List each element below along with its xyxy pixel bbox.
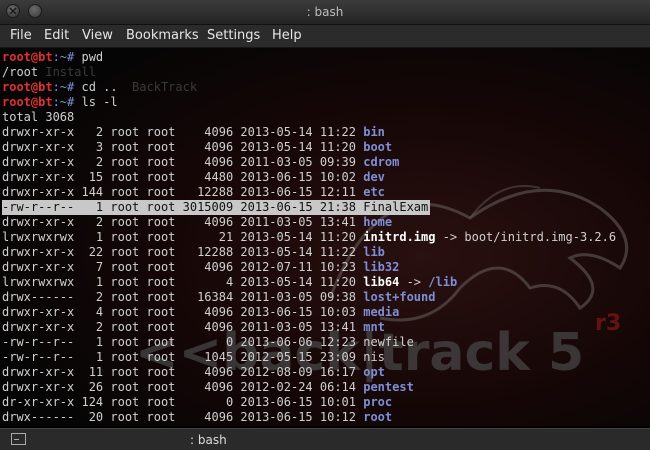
title-bar[interactable]: : bash	[0, 0, 650, 25]
file-metadata: drwxr-xr-x 26 root root 4096 2012-02-24 …	[2, 380, 364, 394]
terminal-output[interactable]: <<back|track 5 r3 root@bt:~# pwd/root In…	[0, 48, 650, 426]
file-metadata: drwxr-xr-x 22 root root 12288 2013-05-14…	[2, 245, 364, 259]
file-metadata: drwx------ 2 root root 16384 2011-03-05 …	[2, 290, 364, 304]
listing-row[interactable]: lrwxrwxrwx 1 root root 21 2013-05-14 11:…	[2, 230, 650, 245]
listing-row[interactable]: drwxr-xr-x 3 root root 4096 2013-05-14 1…	[2, 140, 650, 155]
listing-row[interactable]: drwxr-xr-x 2 root root 4096 2011-03-05 1…	[2, 215, 650, 230]
file-metadata: -rw-r--r-- 1 root root 0 2013-06-06 12:2…	[2, 335, 364, 349]
file-name: home	[363, 215, 393, 229]
file-name: lib64	[363, 275, 400, 289]
listing-row[interactable]: drwx------ 2 root root 16384 2011-03-05 …	[2, 290, 650, 305]
ghost-text: Install	[38, 65, 96, 79]
listing-row[interactable]: lrwxrwxrwx 1 root root 4 2013-05-14 11:2…	[2, 275, 650, 290]
file-name: media	[363, 305, 400, 319]
file-name: lost+found	[363, 290, 436, 304]
link-target: -> boot/initrd.img-3.2.6	[435, 230, 617, 244]
menu-bookmarks[interactable]: Bookmarks	[126, 28, 199, 43]
terminal-window: : bash File Edit View Bookmarks Settings…	[0, 0, 650, 450]
prompt-user: root@bt	[2, 95, 53, 109]
terminal-lines: root@bt:~# pwd/root Install root@bt:~# cd…	[2, 50, 650, 425]
file-name: cdrom	[363, 155, 400, 169]
file-metadata: drwxr-xr-x 2 root root 4096 2011-03-05 1…	[2, 320, 364, 334]
prompt-line: root@bt:~# cd .. BackTrack	[2, 80, 650, 95]
ghost-text: BackTrack	[117, 80, 198, 94]
file-metadata: drwxr-xr-x 15 root root 4480 2013-06-15 …	[2, 170, 364, 184]
file-name: lib32	[363, 260, 400, 274]
listing-row[interactable]: drwxr-xr-x 2 root root 4096 2013-05-14 1…	[2, 125, 650, 140]
file-metadata: drwxr-xr-x 2 root root 4096 2011-03-05 1…	[2, 215, 364, 229]
listing-row[interactable]: -rw-r--r-- 1 root root 0 2013-06-06 12:2…	[2, 335, 650, 350]
file-metadata: drwxr-xr-x 7 root root 4096 2012-07-11 1…	[2, 260, 364, 274]
listing-row[interactable]: drwxr-xr-x 7 root root 4096 2012-07-11 1…	[2, 260, 650, 275]
file-metadata: drwxr-xr-x 144 root root 12288 2013-06-1…	[2, 185, 364, 199]
listing-row[interactable]: drwx------ 20 root root 4096 2013-06-15 …	[2, 410, 650, 425]
prompt-user: root@bt	[2, 80, 53, 94]
file-name: pentest	[363, 380, 414, 394]
menu-file[interactable]: File	[10, 28, 32, 43]
listing-row[interactable]: drwxr-xr-x 15 root root 4480 2013-06-15 …	[2, 170, 650, 185]
prompt-user: root@bt	[2, 50, 53, 64]
menu-help[interactable]: Help	[272, 28, 302, 43]
selected-row-highlight[interactable]: -rw-r--r-- 1 root root 3015009 2013-06-1…	[2, 200, 431, 215]
listing-row[interactable]: drwxr-xr-x 11 root root 4096 2012-08-09 …	[2, 365, 650, 380]
link-target: ->	[399, 275, 429, 289]
file-name: proc	[363, 395, 393, 409]
listing-row[interactable]: -rw-r--r-- 1 root root 3015009 2013-06-1…	[2, 200, 650, 215]
file-metadata: lrwxrwxrwx 1 root root 21 2013-05-14 11:…	[2, 230, 364, 244]
file-metadata: drwx------ 20 root root 4096 2013-06-15 …	[2, 410, 364, 424]
file-metadata: drwxr-xr-x 3 root root 4096 2013-05-14 1…	[2, 140, 364, 154]
file-name: mnt	[363, 320, 385, 334]
command-text: cd ..	[81, 80, 118, 94]
tab-bar: : bash	[0, 428, 650, 450]
file-name: lib	[363, 245, 385, 259]
prompt-path: :~#	[52, 50, 82, 64]
file-metadata: dr-xr-xr-x 124 root root 0 2013-06-15 10…	[2, 395, 364, 409]
file-name: bin	[363, 125, 385, 139]
listing-row[interactable]: drwxr-xr-x 2 root root 4096 2011-03-05 0…	[2, 155, 650, 170]
prompt-path: :~#	[52, 80, 82, 94]
tab-label[interactable]: : bash	[190, 433, 227, 447]
file-name: etc	[363, 185, 385, 199]
listing-row[interactable]: drwxr-xr-x 26 root root 4096 2012-02-24 …	[2, 380, 650, 395]
file-name: FinalExam	[363, 200, 429, 214]
prompt-path: :~#	[52, 95, 82, 109]
file-metadata: -rw-r--r-- 1 root root 1045 2012-05-15 2…	[2, 350, 364, 364]
window-title: : bash	[306, 5, 344, 19]
file-metadata: -rw-r--r-- 1 root root 3015009 2013-06-1…	[2, 200, 364, 214]
file-name: root	[363, 410, 393, 424]
file-name: boot	[363, 140, 393, 154]
file-metadata: drwxr-xr-x 11 root root 4096 2012-08-09 …	[2, 365, 364, 379]
listing-row[interactable]: drwxr-xr-x 2 root root 4096 2011-03-05 1…	[2, 320, 650, 335]
link-target-dir: /lib	[428, 275, 458, 289]
file-name: newfile	[363, 335, 414, 349]
file-metadata: lrwxrwxrwx 1 root root 4 2013-05-14 11:2…	[2, 275, 364, 289]
listing-row[interactable]: drwxr-xr-x 144 root root 12288 2013-06-1…	[2, 185, 650, 200]
prompt-line: root@bt:~# pwd	[2, 50, 650, 65]
menu-edit[interactable]: Edit	[44, 28, 69, 43]
file-name: initrd.img	[363, 230, 436, 244]
command-text: pwd	[81, 50, 104, 64]
pwd-output-text: /root	[2, 65, 39, 79]
command-text: ls -l	[81, 95, 118, 109]
file-name: nis	[363, 350, 385, 364]
terminal-tab-icon[interactable]	[11, 433, 26, 445]
total-line: total 3068	[2, 110, 75, 124]
menu-view[interactable]: View	[82, 28, 113, 43]
file-name: opt	[363, 365, 385, 379]
listing-row[interactable]: drwxr-xr-x 22 root root 12288 2013-05-14…	[2, 245, 650, 260]
menu-settings[interactable]: Settings	[207, 28, 260, 43]
pwd-output: /root Install	[2, 65, 650, 80]
listing-row[interactable]: -rw-r--r-- 1 root root 1045 2012-05-15 2…	[2, 350, 650, 365]
listing-row[interactable]: dr-xr-xr-x 124 root root 0 2013-06-15 10…	[2, 395, 650, 410]
listing-row[interactable]: drwxr-xr-x 4 root root 4096 2013-06-15 1…	[2, 305, 650, 320]
file-metadata: drwxr-xr-x 2 root root 4096 2013-05-14 1…	[2, 125, 364, 139]
file-metadata: drwxr-xr-x 4 root root 4096 2013-06-15 1…	[2, 305, 364, 319]
prompt-line: root@bt:~# ls -l	[2, 95, 650, 110]
file-metadata: drwxr-xr-x 2 root root 4096 2011-03-05 0…	[2, 155, 364, 169]
file-name: dev	[363, 170, 385, 184]
menu-bar: File Edit View Bookmarks Settings Help	[0, 25, 650, 48]
